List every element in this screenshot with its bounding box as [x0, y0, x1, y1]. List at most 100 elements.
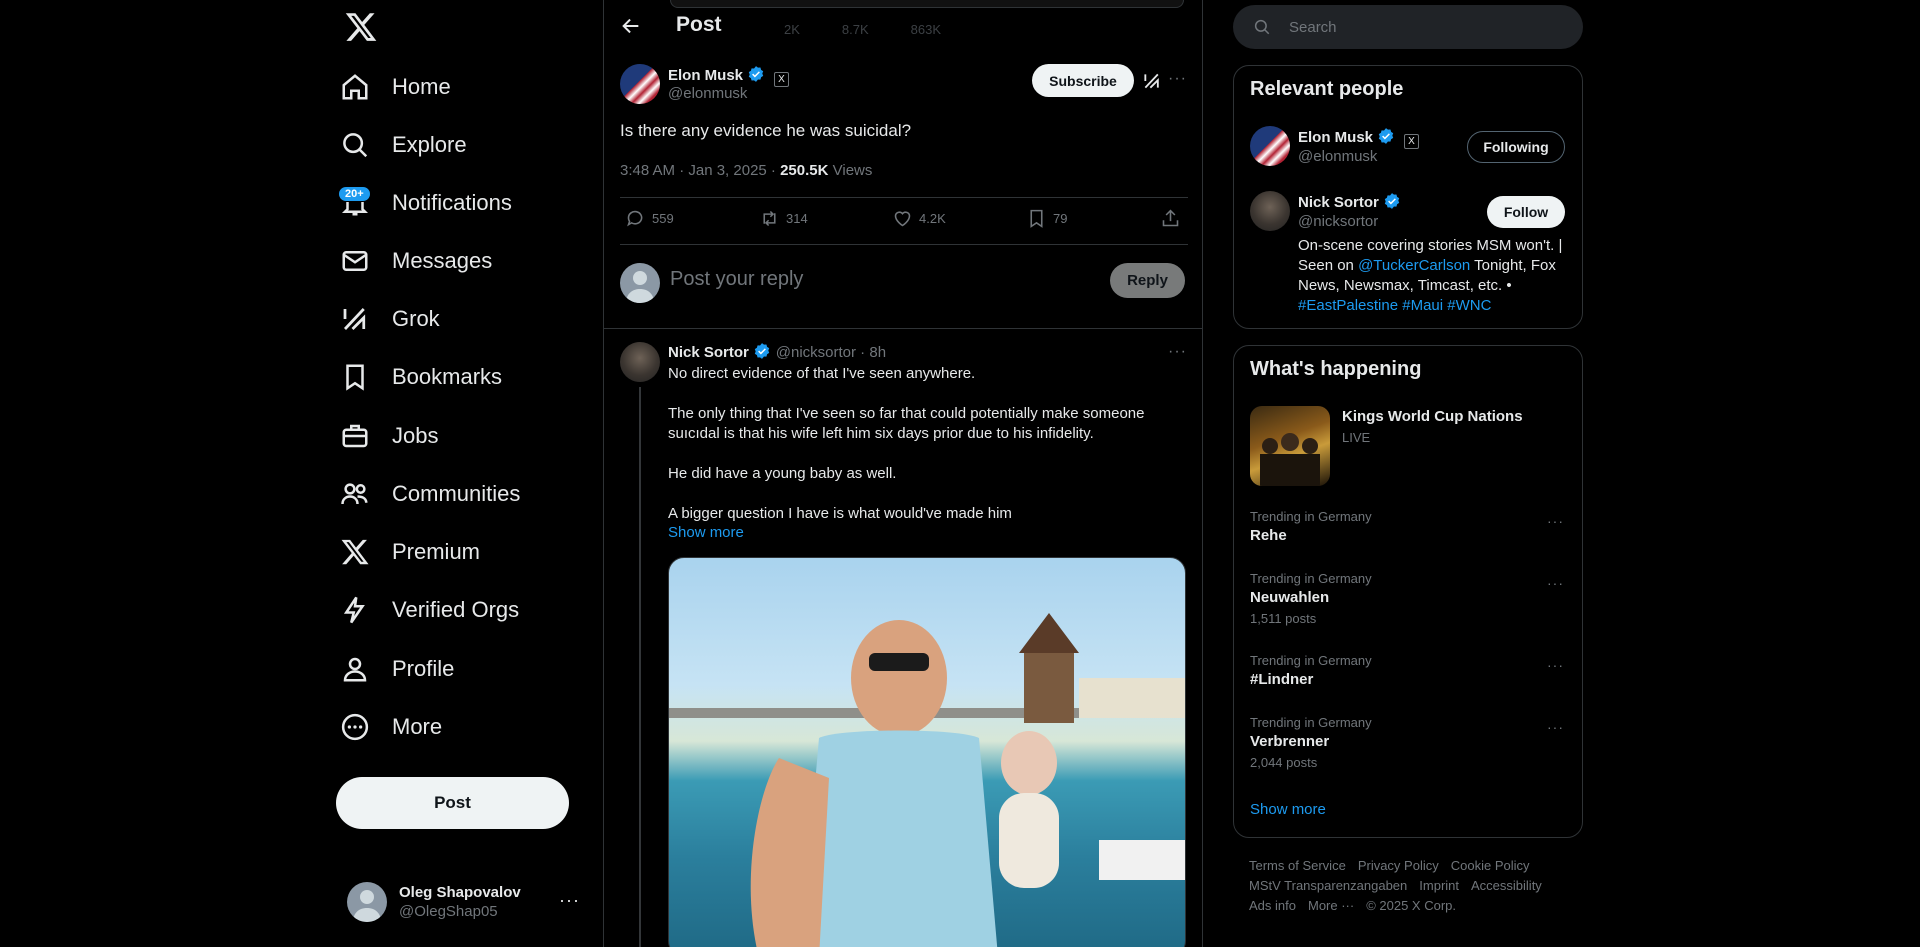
footer-link[interactable]: MStV Transparenzangaben: [1249, 876, 1407, 896]
search-icon: [340, 130, 370, 160]
nav-premium[interactable]: Premium: [340, 527, 480, 577]
footer-link[interactable]: Cookie Policy: [1451, 856, 1530, 876]
reply-author-avatar[interactable]: [620, 342, 660, 382]
tweet-time[interactable]: 3:48 AM · Jan 3, 2025 ·: [620, 162, 780, 179]
notifications-badge: 20+: [338, 186, 371, 202]
nav-grok[interactable]: Grok: [340, 294, 440, 344]
footer-link[interactable]: Privacy Policy: [1358, 856, 1439, 876]
x-logo-icon[interactable]: [344, 10, 378, 44]
bio-hashtag-link[interactable]: #EastPalestine: [1298, 297, 1398, 314]
nav-home-label: Home: [392, 74, 451, 99]
trend-item[interactable]: Trending in Germany Neuwahlen 1,511 post…: [1250, 571, 1372, 626]
author-avatar[interactable]: [620, 64, 660, 104]
person-avatar[interactable]: [1250, 126, 1290, 166]
author-handle[interactable]: @elonmusk: [668, 85, 747, 102]
trend-item[interactable]: Trending in Germany Rehe: [1250, 509, 1372, 544]
reply-input[interactable]: Post your reply: [670, 268, 803, 291]
person-name[interactable]: Nick Sortor: [1298, 194, 1379, 211]
like-action[interactable]: 4.2K: [892, 208, 946, 229]
person-bio: On-scene covering stories MSM won't. | S…: [1298, 236, 1572, 316]
nav-profile[interactable]: Profile: [340, 644, 454, 694]
retweet-action[interactable]: 314: [759, 208, 808, 229]
divider: [620, 244, 1188, 245]
trend-context: Trending in Germany: [1250, 571, 1372, 586]
more-options-icon[interactable]: ···: [1168, 70, 1187, 88]
nav-jobs[interactable]: Jobs: [340, 411, 438, 461]
trend-more-icon[interactable]: ···: [1547, 657, 1564, 673]
reply-age[interactable]: · 8h: [856, 344, 886, 361]
nav-bookmarks-label: Bookmarks: [392, 364, 503, 389]
reply-button[interactable]: Reply: [1110, 263, 1185, 298]
reply-count: 559: [652, 211, 674, 226]
bio-hashtag-link[interactable]: #WNC: [1447, 297, 1491, 314]
nav-explore-label: Explore: [392, 132, 467, 157]
reply-paragraph: A bigger question I have is what would'v…: [668, 505, 1012, 522]
trend-context: Trending in Germany: [1250, 653, 1372, 668]
bio-mention-link[interactable]: @TuckerCarlson: [1358, 257, 1470, 274]
nav-communities[interactable]: Communities: [340, 469, 520, 519]
reply-action[interactable]: 559: [625, 208, 674, 229]
bookmark-icon: [1030, 209, 1043, 228]
trend-more-icon[interactable]: ···: [1547, 575, 1564, 591]
relevant-people-card: Relevant people Elon Musk X @elonmusk Fo…: [1233, 65, 1583, 329]
x-logo-icon: [340, 537, 370, 567]
divider: [620, 197, 1188, 198]
post-button[interactable]: Post: [336, 777, 569, 829]
person-avatar[interactable]: [1250, 191, 1290, 231]
show-more-link[interactable]: Show more: [668, 524, 744, 541]
person-handle[interactable]: @nicksortor: [1298, 213, 1378, 230]
bio-hashtag-link[interactable]: #Maui: [1402, 297, 1443, 314]
grok-icon[interactable]: [1142, 71, 1162, 91]
reply-photo[interactable]: [668, 557, 1186, 947]
nav-communities-label: Communities: [392, 481, 521, 506]
search-input[interactable]: [1289, 5, 1569, 49]
trend-topic: Verbrenner: [1250, 733, 1330, 750]
trend-more-icon[interactable]: ···: [1547, 719, 1564, 735]
reply-author-handle[interactable]: @nicksortor: [776, 344, 856, 361]
footer-copyright: © 2025 X Corp.: [1366, 898, 1456, 913]
person-name[interactable]: Elon Musk: [1298, 129, 1373, 146]
nav-home[interactable]: Home: [340, 62, 451, 112]
lightning-icon: [340, 595, 370, 625]
affiliate-badge: X: [1403, 134, 1419, 149]
nav-notifications-label: Notifications: [392, 190, 512, 215]
account-more-icon[interactable]: ···: [559, 890, 580, 911]
event-thumbnail[interactable]: [1250, 406, 1330, 486]
trend-topic: Neuwahlen: [1250, 589, 1330, 606]
nav-messages[interactable]: Messages: [340, 236, 492, 286]
reply-icon: [627, 210, 643, 227]
footer-link[interactable]: Ads info: [1249, 896, 1296, 916]
footer-link[interactable]: Imprint: [1419, 876, 1459, 896]
footer-link[interactable]: Terms of Service: [1249, 856, 1346, 876]
author-name[interactable]: Elon Musk: [668, 67, 743, 84]
back-arrow-icon[interactable]: [620, 15, 642, 37]
bookmark-icon: [340, 362, 370, 392]
nav-verified-orgs[interactable]: Verified Orgs: [340, 585, 519, 635]
trend-more-icon[interactable]: ···: [1547, 513, 1564, 529]
retweet-count: 314: [786, 211, 808, 226]
footer-link[interactable]: More ···: [1308, 896, 1354, 916]
reply-author-name[interactable]: Nick Sortor: [668, 344, 749, 361]
share-action[interactable]: [1160, 208, 1187, 229]
trend-context: Trending in Germany: [1250, 509, 1372, 524]
nav-explore[interactable]: Explore: [340, 120, 467, 170]
account-switcher[interactable]: Oleg Shapovalov @OlegShap05 ···: [347, 878, 585, 926]
following-button[interactable]: Following: [1467, 131, 1565, 163]
nav-bookmarks[interactable]: Bookmarks: [340, 352, 502, 402]
footer-link[interactable]: Accessibility: [1471, 876, 1542, 896]
person-handle[interactable]: @elonmusk: [1298, 148, 1377, 165]
nav-more[interactable]: More: [340, 702, 442, 752]
retweet-icon: [763, 210, 776, 227]
trend-item[interactable]: Trending in Germany Verbrenner 2,044 pos…: [1250, 715, 1372, 770]
verified-badge-icon: [747, 65, 765, 83]
show-more-link[interactable]: Show more: [1250, 801, 1326, 818]
search-box[interactable]: [1233, 5, 1583, 49]
event-title[interactable]: Kings World Cup Nations: [1342, 408, 1523, 425]
bookmark-action[interactable]: 79: [1026, 208, 1067, 229]
tweet-text: Is there any evidence he was suicidal?: [620, 121, 912, 140]
follow-button[interactable]: Follow: [1487, 196, 1565, 228]
trend-item[interactable]: Trending in Germany #Lindner: [1250, 653, 1372, 688]
subscribe-button[interactable]: Subscribe: [1032, 64, 1134, 97]
more-options-icon[interactable]: ···: [1168, 343, 1187, 361]
account-name: Oleg Shapovalov: [399, 884, 521, 901]
